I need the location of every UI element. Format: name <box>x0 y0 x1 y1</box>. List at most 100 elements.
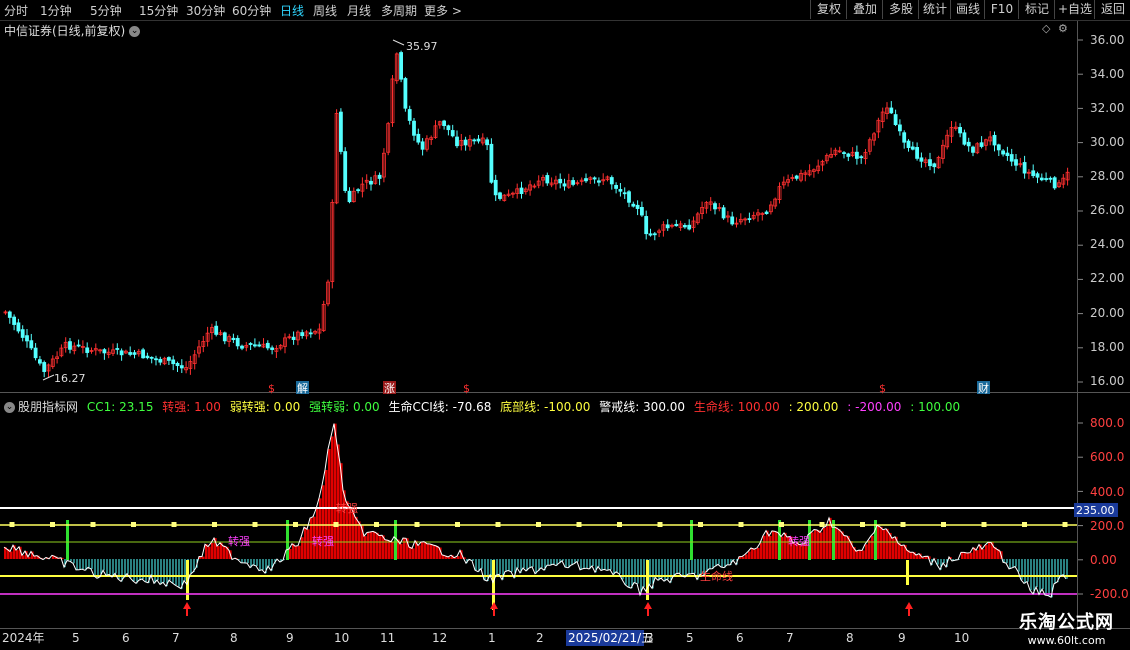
histogram-bar <box>763 535 766 559</box>
strong-annotation: 转强 <box>228 534 250 548</box>
price-label: 24.00 <box>1090 237 1124 251</box>
histogram-bar <box>886 528 889 559</box>
candle-body <box>338 111 343 152</box>
event-marker-dollar[interactable]: $ <box>463 382 470 395</box>
level-marker <box>212 522 217 527</box>
price-label: 36.00 <box>1090 33 1124 47</box>
event-marker-finance[interactable]: 财 <box>978 381 989 395</box>
histogram-bar <box>868 540 871 559</box>
histogram-bar <box>844 535 847 559</box>
histogram-bar <box>871 535 874 559</box>
histogram-bar <box>298 545 301 559</box>
time-label: 9 <box>898 631 906 645</box>
indicator-histogram <box>4 423 1068 610</box>
indicator-value-warning: 警戒线: 300.00 <box>599 400 686 414</box>
up-arrow-icon <box>183 602 191 616</box>
histogram-bar <box>841 531 844 559</box>
price-label: 16.00 <box>1090 374 1124 388</box>
level-marker <box>900 522 906 527</box>
indicator-axis-label: 400.0 <box>1090 485 1124 499</box>
candle-body <box>68 341 72 350</box>
indicator-value-bottom: 底部线: -100.00 <box>500 400 591 414</box>
candle-body <box>166 357 171 361</box>
price-ticks <box>1078 39 1083 383</box>
histogram-bar <box>976 550 979 559</box>
level-marker <box>374 522 379 527</box>
candle-body <box>665 224 670 229</box>
level-marker <box>941 522 946 527</box>
strength-signal-bar <box>286 520 289 560</box>
time-label: 5 <box>686 631 694 645</box>
level-marker <box>981 522 987 527</box>
candle-body <box>132 352 137 355</box>
candle-body <box>1014 159 1018 166</box>
indicator-value-neg200: : -200.00 <box>847 400 902 414</box>
histogram-bar <box>211 543 214 559</box>
histogram-bar <box>436 545 439 559</box>
candle-body <box>455 136 459 147</box>
indicator-value-strong: 转强: 1.00 <box>162 400 221 414</box>
high-pointer <box>392 39 405 46</box>
indicator-name[interactable]: 股朋指标网 <box>18 400 78 414</box>
candle-body <box>562 183 567 187</box>
histogram-bar <box>16 550 19 559</box>
candle-body <box>902 132 907 143</box>
histogram-bar <box>781 536 784 559</box>
candle-body <box>1005 152 1010 156</box>
strength-signal-bar <box>832 520 835 560</box>
candle-body <box>270 347 275 350</box>
histogram-bar <box>961 552 964 559</box>
chevron-down-icon[interactable]: ⌄ <box>4 402 15 413</box>
indicator-value-str2weak: 强转弱: 0.00 <box>309 400 380 414</box>
histogram-bar <box>910 552 913 559</box>
level-marker <box>50 522 55 527</box>
candle-body <box>915 147 919 159</box>
candle-body <box>1022 162 1027 174</box>
time-label: 6 <box>736 631 744 645</box>
candle-body <box>1001 150 1005 155</box>
candle-body <box>450 130 455 137</box>
candle-body <box>687 224 692 230</box>
histogram-bar <box>754 549 757 559</box>
histogram-bar <box>865 544 868 559</box>
histogram-bar <box>418 545 421 559</box>
level-marker <box>9 522 15 527</box>
level-marker <box>698 522 703 527</box>
price-label: 32.00 <box>1090 101 1124 115</box>
histogram-bar <box>334 423 337 559</box>
life-line-annotation: 生命线 <box>700 569 733 583</box>
histogram-bar <box>433 545 436 559</box>
candle-body <box>175 362 180 367</box>
candle-body <box>76 344 81 347</box>
event-marker-dollar[interactable]: $ <box>268 382 275 395</box>
event-marker-dollar[interactable]: $ <box>879 382 886 395</box>
candle-body <box>7 311 12 318</box>
indicator-value-cc1: CC1: 23.15 <box>86 400 154 414</box>
candle-body <box>558 178 563 184</box>
time-label: 7 <box>786 631 794 645</box>
level-marker <box>617 522 622 527</box>
event-marker-unlock[interactable]: 解 <box>297 381 308 395</box>
candle-body <box>399 52 404 80</box>
candle-body <box>631 203 636 207</box>
high-marker: 35.97 <box>392 39 438 53</box>
candle-body <box>145 355 150 359</box>
candle-body <box>489 143 494 183</box>
watermark-url: www.60lt.com <box>1027 634 1106 647</box>
candle-body <box>652 233 657 236</box>
candle-body <box>231 337 236 341</box>
weak-signal-bar <box>906 560 909 585</box>
price-label: 34.00 <box>1090 67 1124 81</box>
price-label: 22.00 <box>1090 271 1124 285</box>
candle-body <box>300 332 305 337</box>
candle-body <box>240 345 244 349</box>
candle-body <box>893 114 898 126</box>
candle-body <box>794 175 799 179</box>
strong-annotation: 转强 <box>312 534 334 548</box>
time-label: 12 <box>432 631 447 645</box>
histogram-bar <box>457 556 460 559</box>
candle-body <box>928 159 932 167</box>
event-marker-rise[interactable]: 涨 <box>384 382 395 395</box>
candle-body <box>16 322 21 332</box>
histogram-bar <box>820 532 823 559</box>
